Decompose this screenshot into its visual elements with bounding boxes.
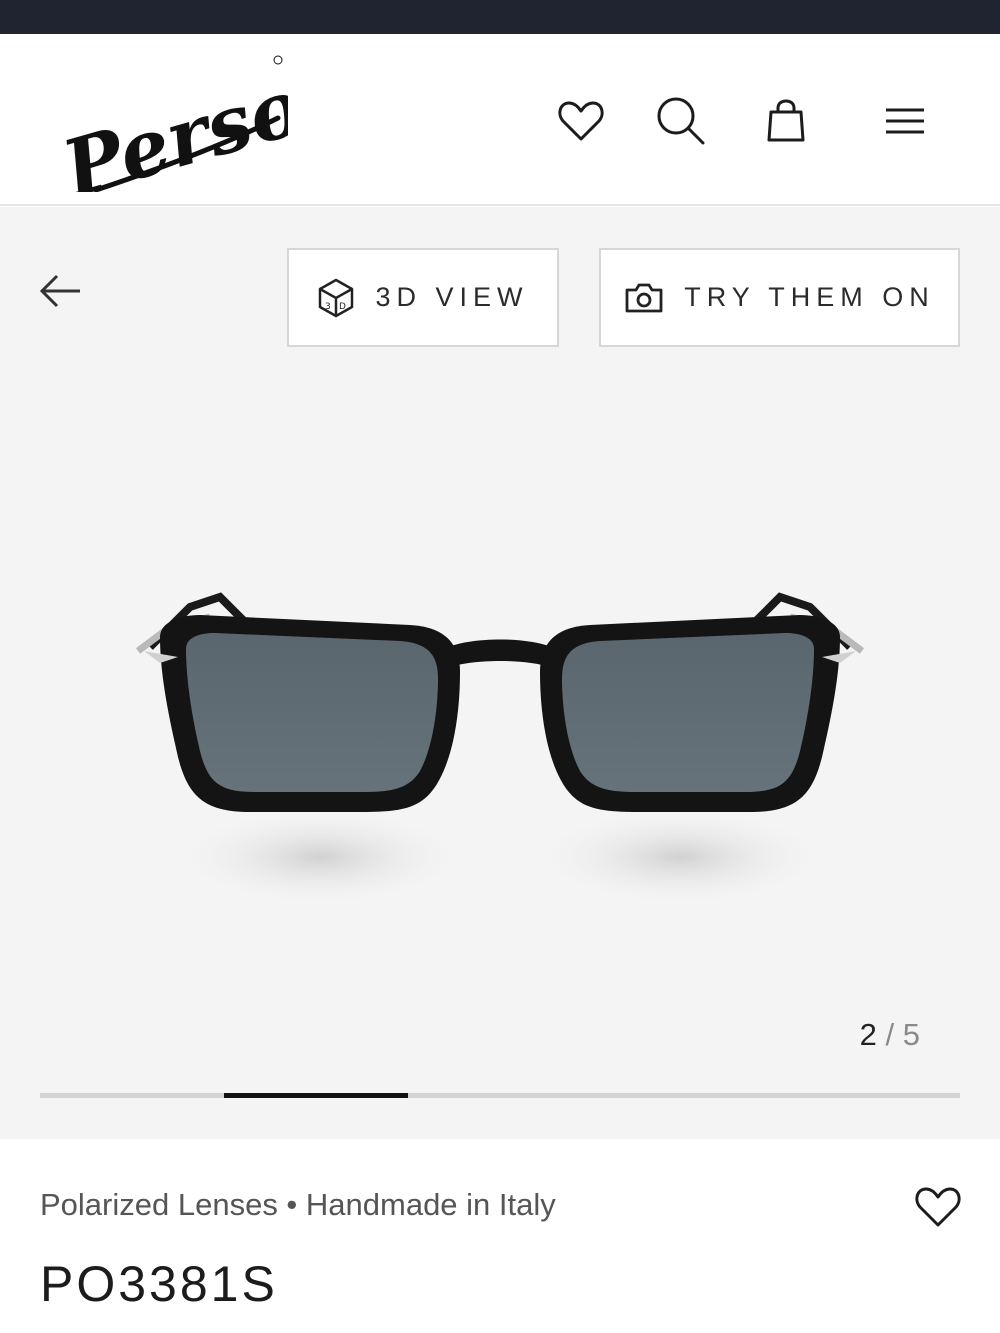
add-to-favorites-button[interactable] [912,1183,964,1231]
slide-counter-current: 2 [859,1017,877,1052]
persol-logo[interactable]: Persol [56,52,288,192]
gallery-progress-indicator[interactable] [224,1093,408,1098]
wishlist-icon[interactable] [556,96,606,146]
product-info: Polarized Lenses • Handmade in Italy PO3… [0,1139,1000,1333]
3d-view-button[interactable]: 3 D 3D VIEW [287,248,559,347]
slide-counter: 2 / 5 [860,1017,920,1053]
3d-view-label: 3D VIEW [375,282,529,312]
try-them-on-button[interactable]: TRY THEM ON [599,248,960,347]
hamburger-menu-icon[interactable] [880,96,930,146]
slide-counter-total: 5 [902,1017,920,1052]
arrow-left-icon [39,274,80,308]
3d-cube-icon: 3 D [319,278,354,317]
product-model-name: PO3381S [40,1256,278,1312]
shopping-bag-icon[interactable] [761,96,811,146]
svg-text:3: 3 [325,302,331,312]
site-header: Persol [0,34,1000,206]
product-image[interactable] [130,587,870,927]
product-features: Polarized Lenses • Handmade in Italy [40,1187,556,1222]
status-bar [0,0,1000,34]
svg-text:Persol: Persol [56,53,288,192]
try-them-on-label: TRY THEM ON [684,282,935,312]
svg-text:D: D [339,302,346,312]
slide-counter-separator: / [885,1017,895,1052]
search-icon[interactable] [656,96,706,146]
back-button[interactable] [34,267,86,315]
camera-icon [625,283,663,312]
gallery-progress-track[interactable] [40,1093,960,1098]
heart-icon [915,1187,961,1227]
product-gallery: 3 D 3D VIEW TRY THEM ON 2 / 5 [0,207,1000,1139]
